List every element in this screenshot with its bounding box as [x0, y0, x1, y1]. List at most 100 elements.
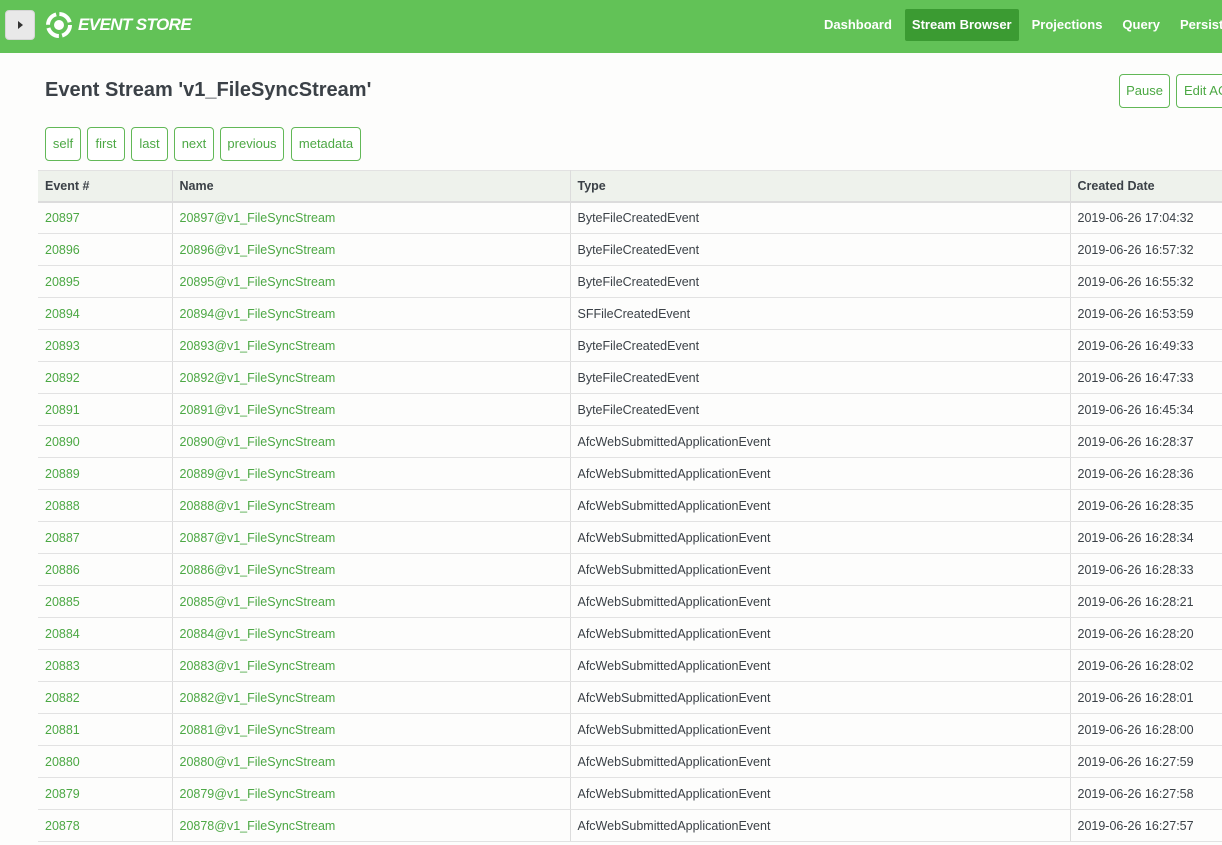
table-row: 20888 20888@v1_FileSyncStream AfcWebSubmit… — [38, 489, 1222, 522]
nav-persistent[interactable]: Persistent — [1173, 9, 1222, 41]
event-number-link[interactable]: 20880 — [38, 745, 173, 778]
event-name-link[interactable]: 20885@v1_FileSyncStream — [172, 585, 571, 618]
event-name-link[interactable]: 20883@v1_FileSyncStream — [172, 649, 571, 682]
event-number-link[interactable]: 20884 — [38, 617, 173, 650]
page-title: Event Stream 'v1_FileSyncStream' — [45, 79, 372, 101]
table-row: 20878 20878@v1_FileSyncStream AfcWebSubmit… — [38, 809, 1222, 842]
column-header-type[interactable]: Type — [570, 170, 1071, 203]
pause-button[interactable]: Pause — [1119, 74, 1170, 108]
event-store-logo-icon — [46, 12, 72, 38]
event-name-link[interactable]: 20887@v1_FileSyncStream — [172, 521, 571, 554]
column-header-created-date[interactable]: Created Date — [1070, 170, 1222, 203]
event-number-link[interactable]: 20896 — [38, 233, 173, 266]
event-number-link[interactable]: 20891 — [38, 393, 173, 426]
event-store-logo[interactable]: EVENT STORE — [45, 10, 192, 40]
event-name-link[interactable]: 20896@v1_FileSyncStream — [172, 233, 571, 266]
event-number-link[interactable]: 20883 — [38, 649, 173, 682]
event-number-link[interactable]: 20879 — [38, 777, 173, 810]
table-row: 20895 20895@v1_FileSyncStream ByteFileCrea… — [38, 265, 1222, 298]
created-date-cell: 2019-06-26 16:27:58 — [1070, 777, 1222, 810]
event-number-link[interactable]: 20881 — [38, 713, 173, 746]
created-date-cell: 2019-06-26 16:27:59 — [1070, 745, 1222, 778]
column-header-event-number[interactable]: Event # — [38, 170, 173, 203]
paging-metadata-button[interactable]: metadata — [291, 127, 361, 161]
table-row: 20881 20881@v1_FileSyncStream AfcWebSubmit… — [38, 713, 1222, 746]
table-row: 20892 20892@v1_FileSyncStream ByteFileCrea… — [38, 361, 1222, 394]
event-name-link[interactable]: 20894@v1_FileSyncStream — [172, 297, 571, 330]
event-number-link[interactable]: 20882 — [38, 681, 173, 714]
event-name-link[interactable]: 20879@v1_FileSyncStream — [172, 777, 571, 810]
paging-last-button[interactable]: last — [131, 127, 168, 161]
event-type-cell: AfcWebSubmittedApplicationEvent — [570, 521, 1071, 554]
table-header-row: Event # Name Type Created Date — [38, 170, 1222, 203]
event-name-link[interactable]: 20889@v1_FileSyncStream — [172, 457, 571, 490]
event-type-cell: AfcWebSubmittedApplicationEvent — [570, 457, 1071, 490]
event-type-cell: ByteFileCreatedEvent — [570, 329, 1071, 362]
event-type-cell: AfcWebSubmittedApplicationEvent — [570, 553, 1071, 586]
event-number-link[interactable]: 20893 — [38, 329, 173, 362]
event-number-link[interactable]: 20888 — [38, 489, 173, 522]
event-number-link[interactable]: 20885 — [38, 585, 173, 618]
event-name-link[interactable]: 20878@v1_FileSyncStream — [172, 809, 571, 842]
event-name-link[interactable]: 20895@v1_FileSyncStream — [172, 265, 571, 298]
event-name-link[interactable]: 20892@v1_FileSyncStream — [172, 361, 571, 394]
event-name-link[interactable]: 20886@v1_FileSyncStream — [172, 553, 571, 586]
paging-previous-button[interactable]: previous — [220, 127, 284, 161]
event-name-link[interactable]: 20881@v1_FileSyncStream — [172, 713, 571, 746]
table-row: 20886 20886@v1_FileSyncStream AfcWebSubmit… — [38, 553, 1222, 586]
event-name-link[interactable]: 20897@v1_FileSyncStream — [172, 201, 571, 234]
table-row: 20880 20880@v1_FileSyncStream AfcWebSubmit… — [38, 745, 1222, 778]
event-name-link[interactable]: 20884@v1_FileSyncStream — [172, 617, 571, 650]
paging-first-button[interactable]: first — [87, 127, 125, 161]
sidebar-toggle-button[interactable] — [5, 10, 35, 40]
event-type-cell: ByteFileCreatedEvent — [570, 393, 1071, 426]
caret-right-icon — [18, 21, 23, 29]
event-number-link[interactable]: 20897 — [38, 201, 173, 234]
paging-next-button[interactable]: next — [174, 127, 214, 161]
event-number-link[interactable]: 20889 — [38, 457, 173, 490]
nav-stream-browser[interactable]: Stream Browser — [904, 9, 1019, 41]
event-type-cell: ByteFileCreatedEvent — [570, 201, 1071, 234]
column-header-name[interactable]: Name — [172, 170, 571, 203]
created-date-cell: 2019-06-26 16:28:33 — [1070, 553, 1222, 586]
event-type-cell: SFFileCreatedEvent — [570, 297, 1071, 330]
event-number-link[interactable]: 20895 — [38, 265, 173, 298]
created-date-cell: 2019-06-26 16:53:59 — [1070, 297, 1222, 330]
event-number-link[interactable]: 20878 — [38, 809, 173, 842]
event-number-link[interactable]: 20886 — [38, 553, 173, 586]
event-name-link[interactable]: 20888@v1_FileSyncStream — [172, 489, 571, 522]
created-date-cell: 2019-06-26 16:45:34 — [1070, 393, 1222, 426]
event-number-link[interactable]: 20890 — [38, 425, 173, 458]
created-date-cell: 2019-06-26 16:55:32 — [1070, 265, 1222, 298]
event-name-link[interactable]: 20890@v1_FileSyncStream — [172, 425, 571, 458]
edit-acl-button[interactable]: Edit AC — [1176, 74, 1222, 108]
nav-query[interactable]: Query — [1115, 9, 1167, 41]
nav-projections[interactable]: Projections — [1025, 9, 1110, 41]
event-type-cell: AfcWebSubmittedApplicationEvent — [570, 809, 1071, 842]
table-row: 20890 20890@v1_FileSyncStream AfcWebSubmit… — [38, 425, 1222, 458]
event-name-link[interactable]: 20882@v1_FileSyncStream — [172, 681, 571, 714]
event-name-link[interactable]: 20891@v1_FileSyncStream — [172, 393, 571, 426]
event-number-link[interactable]: 20892 — [38, 361, 173, 394]
event-number-link[interactable]: 20894 — [38, 297, 173, 330]
top-navbar: EVENT STORE Dashboard Stream Browser Pro… — [0, 0, 1222, 53]
event-type-cell: ByteFileCreatedEvent — [570, 361, 1071, 394]
event-number-link[interactable]: 20887 — [38, 521, 173, 554]
created-date-cell: 2019-06-26 16:28:20 — [1070, 617, 1222, 650]
created-date-cell: 2019-06-26 16:57:32 — [1070, 233, 1222, 266]
event-type-cell: AfcWebSubmittedApplicationEvent — [570, 489, 1071, 522]
event-type-cell: AfcWebSubmittedApplicationEvent — [570, 425, 1071, 458]
table-row: 20879 20879@v1_FileSyncStream AfcWebSubmit… — [38, 777, 1222, 810]
table-row: 20896 20896@v1_FileSyncStream ByteFileCrea… — [38, 233, 1222, 266]
created-date-cell: 2019-06-26 16:47:33 — [1070, 361, 1222, 394]
created-date-cell: 2019-06-26 16:28:02 — [1070, 649, 1222, 682]
event-name-link[interactable]: 20880@v1_FileSyncStream — [172, 745, 571, 778]
nav-dashboard[interactable]: Dashboard — [817, 9, 899, 41]
table-row: 20883 20883@v1_FileSyncStream AfcWebSubmit… — [38, 649, 1222, 682]
event-name-link[interactable]: 20893@v1_FileSyncStream — [172, 329, 571, 362]
created-date-cell: 2019-06-26 16:28:36 — [1070, 457, 1222, 490]
paging-self-button[interactable]: self — [45, 127, 81, 161]
event-type-cell: AfcWebSubmittedApplicationEvent — [570, 681, 1071, 714]
table-row: 20893 20893@v1_FileSyncStream ByteFileCrea… — [38, 329, 1222, 362]
table-row: 20897 20897@v1_FileSyncStream ByteFileCrea… — [38, 201, 1222, 234]
